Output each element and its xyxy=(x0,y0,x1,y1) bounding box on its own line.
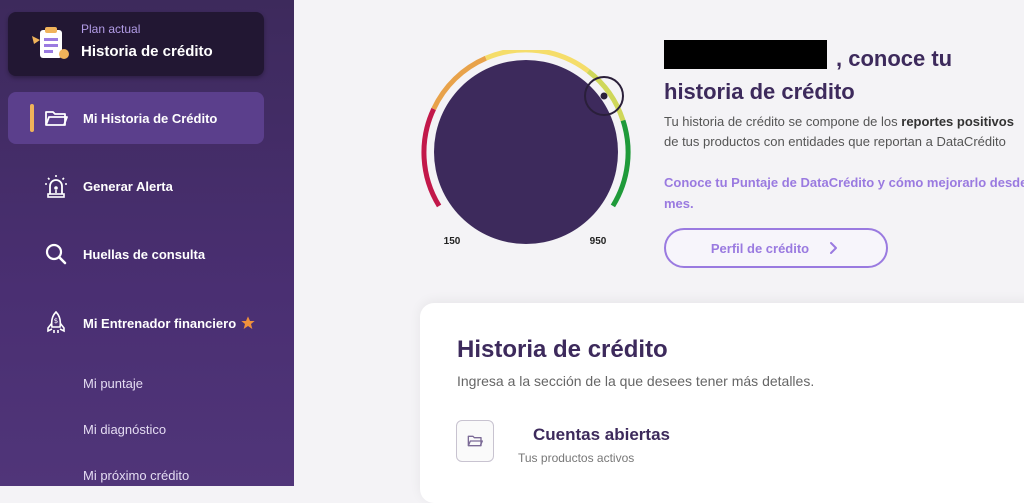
main-content: 150 950 , conoce tu historia de crédito … xyxy=(294,0,1024,503)
headline-line2: historia de crédito xyxy=(664,79,855,104)
description-prefix: Tu historia de crédito se compone de los xyxy=(664,114,902,129)
headline-line1: , conoce tu xyxy=(836,46,953,71)
folder-icon xyxy=(45,111,68,126)
star-icon xyxy=(241,316,255,329)
plan-label: Plan actual xyxy=(81,22,141,36)
open-accounts-icon-button[interactable] xyxy=(456,420,494,462)
folder-icon xyxy=(467,435,483,447)
sidebar-item-label: Mi Historia de Crédito xyxy=(83,110,218,126)
link-line1: Conoce tu Puntaje de DataCrédito y cómo … xyxy=(664,175,1024,190)
sidebar-subitem-mi-diagnostico[interactable]: Mi diagnóstico xyxy=(83,422,166,437)
card-title: Historia de crédito xyxy=(457,336,668,363)
description-bold: reportes positivos xyxy=(901,114,1014,129)
sidebar-item-label: Mi Entrenador financiero xyxy=(83,315,237,331)
current-plan-card[interactable]: Plan actual Historia de crédito xyxy=(8,12,264,76)
chevron-right-icon xyxy=(830,242,838,254)
sidebar-subitem-mi-proximo-credito[interactable]: Mi próximo crédito xyxy=(83,468,189,483)
plan-title: Historia de crédito xyxy=(81,43,213,60)
open-accounts-title[interactable]: Cuentas abiertas xyxy=(533,425,670,445)
credit-profile-button-label: Perfil de crédito xyxy=(710,240,810,256)
credit-history-card: Historia de crédito Ingresa a la sección… xyxy=(420,303,1024,503)
card-subtitle: Ingresa a la sección de la que desees te… xyxy=(457,373,815,389)
datacredito-score-link[interactable]: Conoce tu Puntaje de DataCrédito y cómo … xyxy=(664,172,1024,214)
description-paragraph: Tu historia de crédito se compone de los… xyxy=(664,112,1024,152)
clipboard-illustration-icon xyxy=(32,27,69,59)
sidebar-subitem-mi-puntaje[interactable]: Mi puntaje xyxy=(83,376,143,391)
alarm-light-icon xyxy=(45,175,67,198)
gauge-pointer-dot xyxy=(600,92,608,100)
sidebar-item-label: Huellas de consulta xyxy=(83,246,206,262)
link-line2: mes. xyxy=(664,196,694,211)
sidebar-item-label: Generar Alerta xyxy=(83,178,173,194)
gauge-min-label: 150 xyxy=(444,236,461,247)
credit-score-gauge: 150 950 xyxy=(421,50,631,247)
svg-text:$: $ xyxy=(54,317,58,325)
sidebar-item-generar-alerta[interactable]: Generar Alerta xyxy=(8,160,264,212)
credit-profile-button[interactable]: Perfil de crédito xyxy=(664,228,888,268)
sidebar: Plan actual Historia de crédito Mi Histo… xyxy=(0,0,294,486)
gauge-max-label: 950 xyxy=(590,236,607,247)
sidebar-item-huellas-de-consulta[interactable]: Huellas de consulta xyxy=(8,228,264,280)
open-accounts-subtitle: Tus productos activos xyxy=(518,451,635,465)
description-line2: de tus productos con entidades que repor… xyxy=(664,134,1006,149)
page-headline: , conoce tu historia de crédito xyxy=(664,42,1024,108)
sidebar-item-mi-entrenador-financiero[interactable]: $ Mi Entrenador financiero xyxy=(8,297,264,349)
rocket-icon: $ xyxy=(47,311,65,333)
sidebar-item-mi-historia-de-credito[interactable]: Mi Historia de Crédito xyxy=(8,92,264,144)
gauge-center xyxy=(434,60,618,244)
search-icon xyxy=(45,243,67,265)
active-indicator xyxy=(30,104,34,132)
